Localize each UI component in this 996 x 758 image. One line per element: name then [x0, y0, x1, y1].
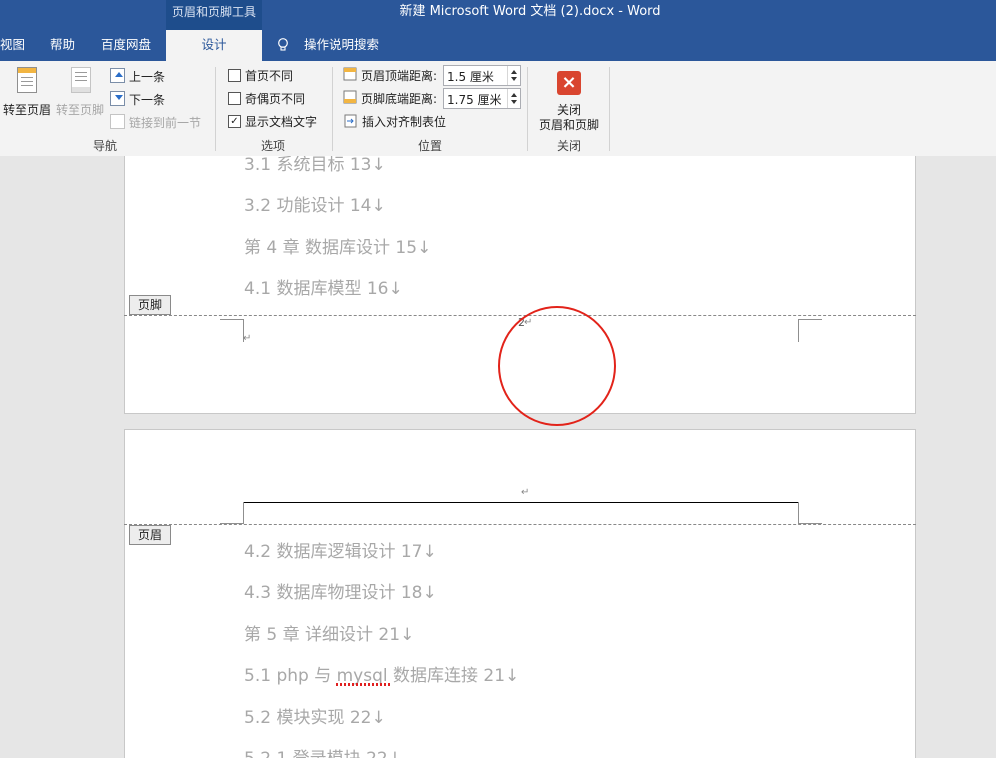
footer-from-bottom-label: 页脚底端距离: [361, 92, 438, 106]
toc-line[interactable]: 第 5 章 详细设计 21↓ [244, 620, 414, 645]
window-title: 新建 Microsoft Word 文档 (2).docx - Word [399, 4, 661, 19]
different-first-page-checkbox[interactable] [228, 69, 241, 82]
next-label: 下一条 [129, 93, 166, 107]
toc-line[interactable]: 4.2 数据库逻辑设计 17↓ [244, 537, 437, 562]
group-label-position: 位置 [417, 139, 442, 153]
header-crop-mark-right [798, 502, 822, 524]
group-separator [215, 67, 216, 151]
footer-crop-mark-left [220, 319, 244, 342]
insert-alignment-tab-label: 插入对齐制表位 [362, 115, 447, 129]
toc-line[interactable]: 4.1 数据库模型 16↓ [244, 274, 403, 299]
alignment-tab-icon [344, 114, 357, 128]
footer-paragraph-mark: ↵ [243, 333, 252, 344]
header-from-top-label: 页眉顶端距离: [361, 69, 438, 83]
link-to-previous-label: 链接到前一节 [129, 116, 202, 130]
footer-crop-mark-right [798, 319, 822, 342]
previous-icon [110, 68, 125, 83]
tab-view[interactable]: 视图 [0, 30, 25, 61]
toc-line[interactable]: 3.2 功能设计 14↓ [244, 191, 386, 216]
different-odd-even-label: 奇偶页不同 [245, 92, 306, 106]
footer-position-icon [343, 90, 357, 104]
group-separator [332, 67, 333, 151]
group-separator [609, 67, 610, 151]
tab-baidu-netdisk[interactable]: 百度网盘 [101, 30, 151, 61]
tab-help[interactable]: 帮助 [50, 30, 75, 61]
different-odd-even-checkbox[interactable] [228, 92, 241, 105]
header-position-icon [343, 67, 357, 81]
footer-area-tag: 页脚 [129, 295, 171, 315]
close-label-line2: 页眉和页脚 [539, 118, 600, 132]
toc-line[interactable]: 5.2.1 登录模块 22↓ [244, 744, 402, 758]
different-first-page-label: 首页不同 [245, 69, 294, 83]
group-label-close: 关闭 [556, 139, 581, 153]
show-document-text-label: 显示文档文字 [245, 115, 318, 129]
group-label-options: 选项 [260, 139, 285, 153]
show-document-text-checkbox[interactable]: ✓ [228, 115, 241, 128]
page-2[interactable] [124, 429, 916, 758]
next-icon [110, 91, 125, 106]
annotation-circle [498, 306, 616, 426]
goto-header-label: 转至页眉 [3, 103, 52, 117]
group-label-navigation: 导航 [92, 139, 117, 153]
lightbulb-icon[interactable] [277, 38, 289, 52]
goto-footer-icon [71, 67, 91, 93]
goto-footer-label: 转至页脚 [56, 103, 105, 117]
footer-from-bottom-spinner[interactable]: 1.75 厘米 [443, 88, 521, 109]
tell-me-search[interactable]: 操作说明搜索 [304, 30, 379, 61]
header-crop-mark-left [220, 502, 244, 524]
toc-line[interactable]: 第 4 章 数据库设计 15↓ [244, 233, 431, 258]
group-separator [527, 67, 528, 151]
link-icon [110, 114, 125, 129]
header-from-top-value[interactable]: 1.5 厘米 [447, 68, 494, 85]
previous-label: 上一条 [129, 70, 166, 84]
toc-line[interactable]: 3.1 系统目标 13↓ [244, 156, 386, 175]
toc-line[interactable]: 4.3 数据库物理设计 18↓ [244, 578, 437, 603]
ribbon: 转至页眉 转至页脚 上一条 下一条 链接到前一节 导航 首页不同 奇偶页不同 ✓… [0, 61, 996, 157]
header-paragraph-mark: ↵ [521, 487, 530, 498]
header-area-tag: 页眉 [129, 525, 171, 545]
spelling-error-underline [336, 683, 390, 686]
close-icon: × [557, 71, 581, 95]
header-from-top-spinner[interactable]: 1.5 厘米 [443, 65, 521, 86]
header-bottom-border [243, 502, 799, 503]
ribbon-tab-row: 视图 帮助 百度网盘 设计 操作说明搜索 [0, 30, 996, 61]
header-boundary-line [124, 524, 916, 525]
title-bar: 页眉和页脚工具 新建 Microsoft Word 文档 (2).docx - … [0, 0, 996, 30]
context-tab-label: 页眉和页脚工具 [166, 0, 262, 30]
toc-line[interactable]: 5.2 模块实现 22↓ [244, 703, 386, 728]
footer-from-bottom-value[interactable]: 1.75 厘米 [447, 91, 502, 108]
goto-header-icon [17, 67, 37, 93]
tab-design[interactable]: 设计 [166, 30, 262, 61]
document-canvas[interactable]: 3.1 系统目标 13↓ 3.2 功能设计 14↓ 第 4 章 数据库设计 15… [0, 156, 996, 758]
